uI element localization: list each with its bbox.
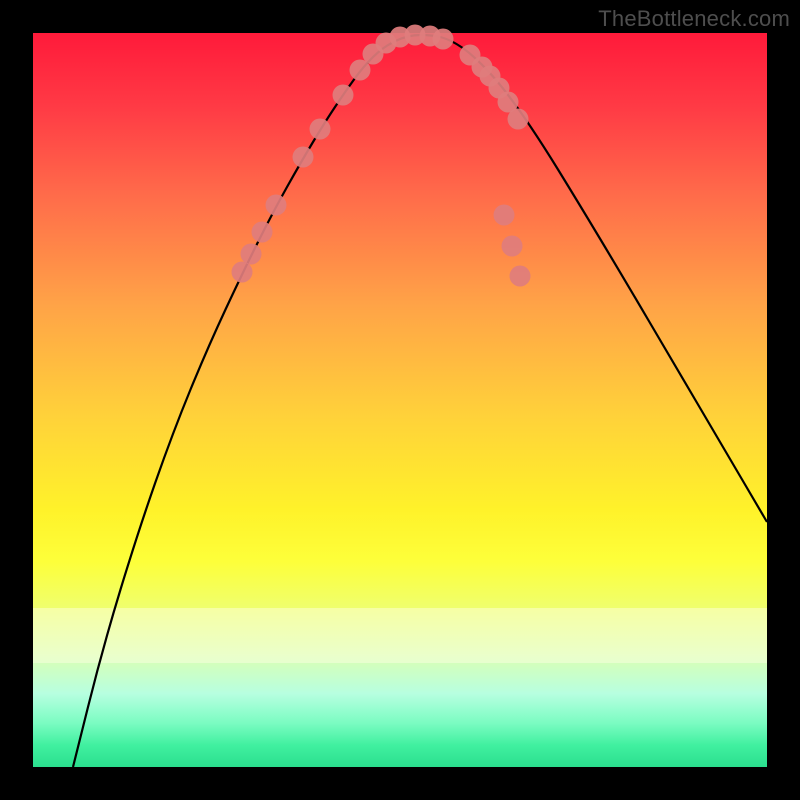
sample-bead bbox=[510, 266, 531, 287]
sample-beads bbox=[232, 25, 531, 287]
sample-bead bbox=[266, 195, 287, 216]
sample-bead bbox=[333, 85, 354, 106]
curve-layer bbox=[33, 33, 767, 767]
sample-bead bbox=[241, 244, 262, 265]
sample-bead bbox=[252, 222, 273, 243]
sample-bead bbox=[508, 109, 529, 130]
sample-bead bbox=[310, 119, 331, 140]
sample-bead bbox=[433, 29, 454, 50]
chart-frame: TheBottleneck.com bbox=[0, 0, 800, 800]
sample-bead bbox=[494, 205, 515, 226]
watermark-text: TheBottleneck.com bbox=[598, 6, 790, 32]
bottleneck-curve bbox=[73, 35, 767, 767]
sample-bead bbox=[293, 147, 314, 168]
sample-bead bbox=[502, 236, 523, 257]
sample-bead bbox=[232, 262, 253, 283]
